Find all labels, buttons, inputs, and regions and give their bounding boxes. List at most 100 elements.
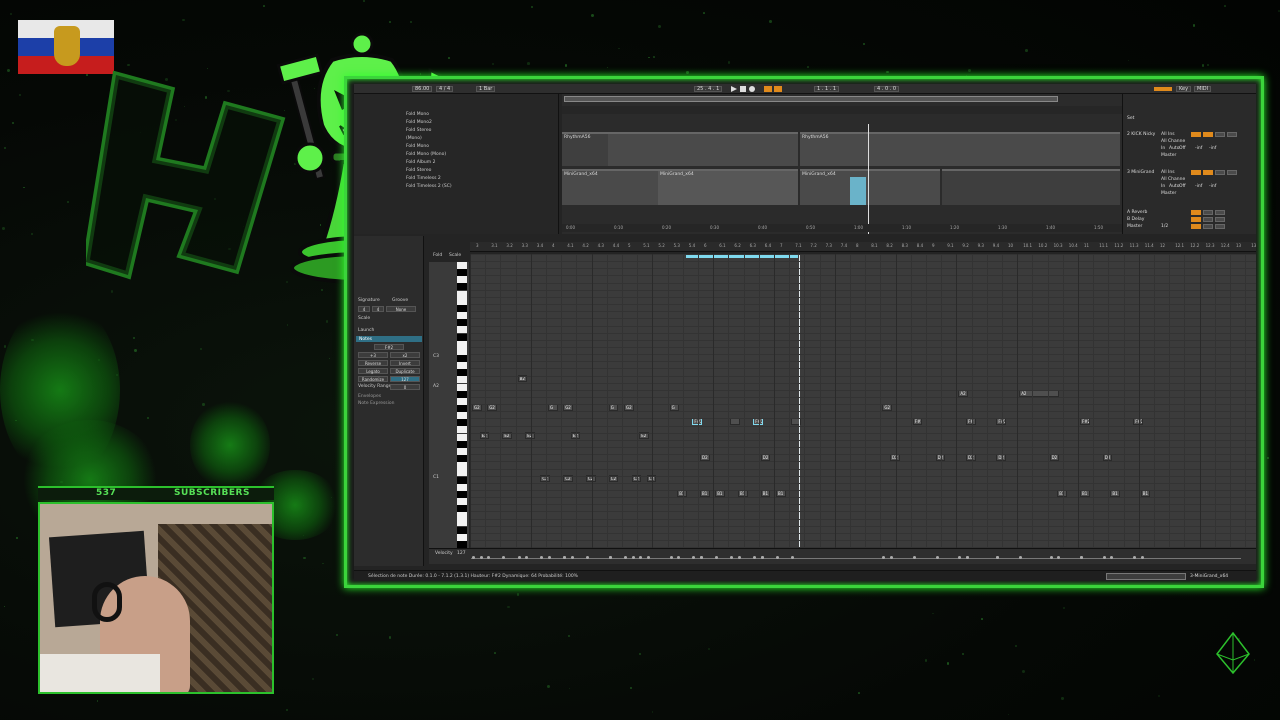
velocity-stem[interactable] xyxy=(890,556,893,559)
stop-button[interactable] xyxy=(740,86,746,92)
piano-key[interactable] xyxy=(457,490,467,498)
mixer-vol-field[interactable]: -inf xyxy=(1195,146,1202,151)
piano-roll-grid[interactable]: B2A2A2G2G2GG2GG2GG2F#2F#2F#2F#F#2F#2F#2E… xyxy=(470,254,1256,548)
mixer-monitor-in-button[interactable]: In xyxy=(1161,184,1165,189)
piano-key[interactable] xyxy=(457,297,467,305)
overdub-button[interactable] xyxy=(774,86,782,92)
note-expression-section[interactable]: Note Expression xyxy=(358,401,395,406)
velocity-stem[interactable] xyxy=(700,556,703,559)
mixer-track-name[interactable]: 3 MiniGrand xyxy=(1127,170,1154,175)
loop-length-field[interactable]: 4 . 0 . 0 xyxy=(874,86,900,92)
piano-key[interactable] xyxy=(457,512,467,520)
velocity-stem[interactable] xyxy=(1140,556,1144,559)
clip-rhythm-2[interactable]: RhythmA56 xyxy=(800,132,894,166)
velocity-stem[interactable] xyxy=(479,556,483,559)
clip-minigrand-4[interactable] xyxy=(942,169,1120,205)
fold-button[interactable]: Fold xyxy=(433,253,442,258)
notes-section-header[interactable]: Notes xyxy=(356,336,422,342)
clip-minigrand-2[interactable]: MiniGrand_x64 xyxy=(658,169,798,205)
velocity-stem[interactable] xyxy=(646,556,650,559)
piano-key[interactable] xyxy=(457,304,467,312)
loop-start-field[interactable]: 1 . 1 . 1 xyxy=(814,86,840,92)
piano-key[interactable] xyxy=(457,383,467,391)
piano-key[interactable] xyxy=(457,369,467,377)
return-button[interactable] xyxy=(1191,210,1201,215)
clip-rhythm-block[interactable] xyxy=(608,132,798,166)
mixer-button[interactable] xyxy=(1191,170,1201,175)
mixer-pan-field[interactable]: -inf xyxy=(1209,184,1216,189)
mixer-input-select[interactable]: All Ins xyxy=(1161,132,1175,137)
mixer-track-name[interactable]: 2 KICK Nicky xyxy=(1127,132,1155,137)
signature-denominator[interactable]: 4 xyxy=(372,306,384,312)
clip-minigrand-1[interactable]: MiniGrand_x64 xyxy=(562,169,658,205)
velocity-stem[interactable] xyxy=(548,556,551,559)
velocity-stem[interactable] xyxy=(1080,556,1083,559)
velocity-range-field[interactable]: 0 xyxy=(390,384,420,390)
piano-key[interactable] xyxy=(457,533,467,541)
piano-key[interactable] xyxy=(457,519,467,527)
mixer-monitor-in-button[interactable]: In xyxy=(1161,146,1165,151)
velocity-stem[interactable] xyxy=(738,556,741,559)
signature-numerator[interactable]: 4 xyxy=(358,306,370,312)
mixer-button[interactable] xyxy=(1191,132,1201,137)
mixer-out-select[interactable]: Master xyxy=(1161,191,1176,196)
piano-key[interactable] xyxy=(457,526,467,534)
transpose-button[interactable]: +3 xyxy=(358,352,388,358)
record-button[interactable] xyxy=(749,86,755,92)
mixer-monitor-auto-button[interactable]: Auto xyxy=(1169,146,1179,151)
status-scrollbar[interactable] xyxy=(1106,573,1186,580)
loop-brace[interactable] xyxy=(686,255,798,258)
piano-keyboard[interactable]: Fold Scale C3 A2 C1 xyxy=(429,253,469,548)
piano-roll-ruler[interactable]: 3 3.1 3.2 3.3 3.4 4 4.1 4.2 4.3 4.4 5 5.1 5.2 5.3 5.4 6… xyxy=(470,242,1256,252)
return-button[interactable] xyxy=(1191,224,1201,229)
browser-item[interactable]: (Mono) xyxy=(406,136,422,142)
browser-item[interactable]: Fold Stereo xyxy=(406,128,431,134)
return-track-name[interactable]: B Delay xyxy=(1127,217,1144,222)
velocity-stem[interactable] xyxy=(776,556,779,559)
quantize-menu[interactable]: 1 Bar xyxy=(476,86,496,92)
piano-key[interactable] xyxy=(457,540,467,548)
return-button[interactable] xyxy=(1191,217,1201,222)
velocity-stem[interactable] xyxy=(669,556,673,559)
piano-key[interactable] xyxy=(457,276,467,284)
piano-key[interactable] xyxy=(457,462,467,470)
piano-key[interactable] xyxy=(457,319,467,327)
velocity-stem[interactable] xyxy=(586,556,589,559)
randomize-button[interactable]: Randomize xyxy=(358,376,388,382)
clip-minigrand-3[interactable]: MiniGrand_x64 xyxy=(800,169,940,205)
piano-key[interactable] xyxy=(457,505,467,513)
velocity-stem[interactable] xyxy=(760,556,764,559)
velocity-lane[interactable]: Velocity 127 xyxy=(429,548,1256,564)
meter-field[interactable]: 4 / 4 xyxy=(436,86,454,92)
browser-item[interactable]: Fold Timeless 2 xyxy=(406,176,441,182)
mixer-vol-field[interactable]: -inf xyxy=(1195,184,1202,189)
mixer-monitor-auto-button[interactable]: Auto xyxy=(1169,184,1179,189)
tempo-field[interactable]: 86.00 xyxy=(412,86,433,92)
return-track-name[interactable]: Master xyxy=(1127,224,1142,229)
piano-key[interactable] xyxy=(457,283,467,291)
piano-key[interactable] xyxy=(457,405,467,412)
velocity-stem[interactable] xyxy=(912,556,916,559)
velocity-stem[interactable] xyxy=(624,556,627,559)
piano-key[interactable] xyxy=(457,390,467,398)
piano-key[interactable] xyxy=(457,476,467,484)
browser-item[interactable]: Fold Album 2 xyxy=(406,160,435,166)
piano-key[interactable] xyxy=(457,419,467,427)
piano-key[interactable] xyxy=(457,455,467,463)
return-button[interactable] xyxy=(1203,210,1213,215)
return-button[interactable] xyxy=(1215,224,1225,229)
return-track-name[interactable]: A Reverb xyxy=(1127,210,1147,215)
piano-key[interactable] xyxy=(457,262,467,269)
mixer-button[interactable] xyxy=(1227,170,1237,175)
mixer-monitor-off-button[interactable]: Off xyxy=(1179,146,1186,151)
velocity-stem[interactable] xyxy=(570,556,574,559)
automation-arm-button[interactable] xyxy=(764,86,772,92)
piano-key[interactable] xyxy=(457,433,467,441)
browser-item[interactable]: Fold Mono (Mono) xyxy=(406,152,446,158)
envelopes-section[interactable]: Envelopes xyxy=(358,394,381,399)
return-button[interactable] xyxy=(1215,217,1225,222)
piano-key[interactable] xyxy=(457,347,467,355)
return-button[interactable] xyxy=(1215,210,1225,215)
return-button[interactable] xyxy=(1203,217,1213,222)
velocity-stem[interactable] xyxy=(472,556,475,559)
